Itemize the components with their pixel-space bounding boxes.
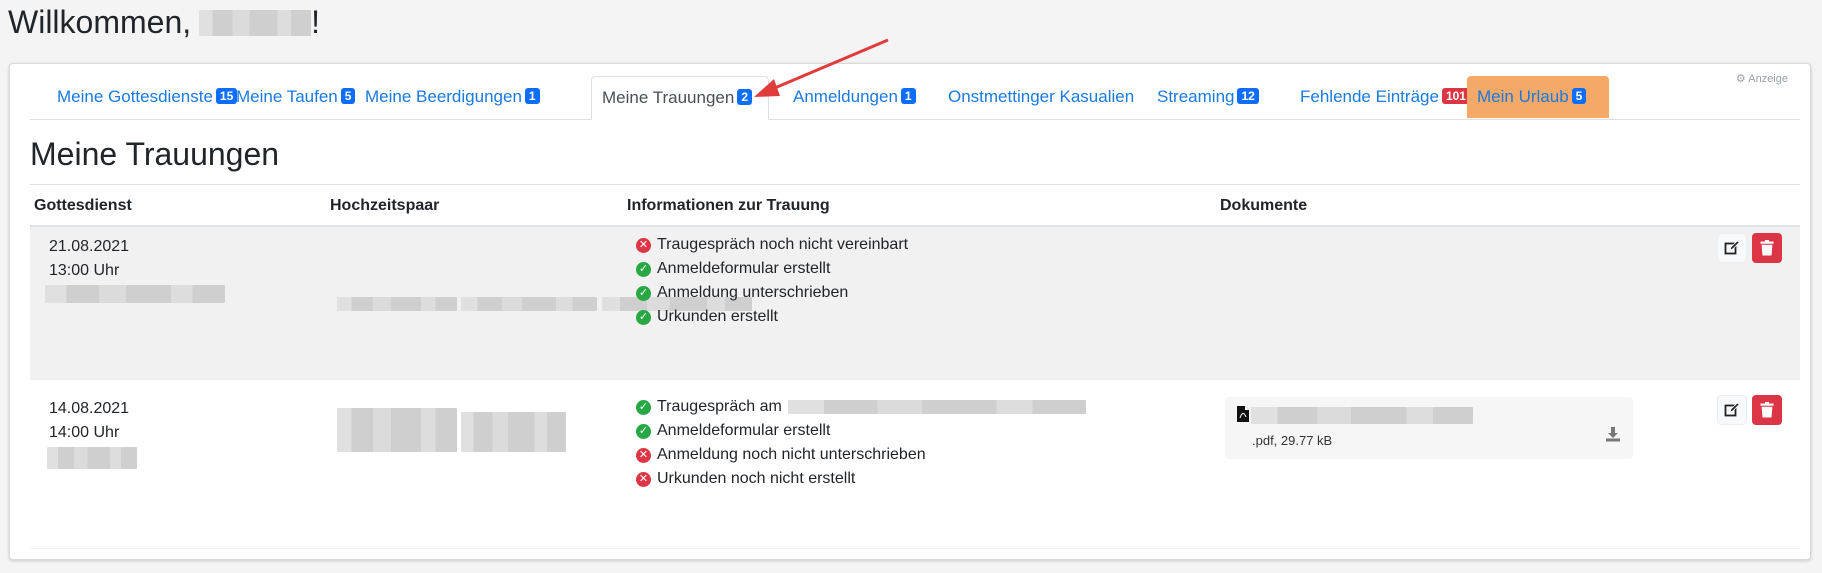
tab-label: Onstmettinger Kasualien [948,87,1135,106]
column-header-hochzeitspaar: Hochzeitspaar [330,197,440,214]
tab-badge: 12 [1237,88,1259,104]
tab-streaming[interactable]: Streaming 12 [1147,76,1269,118]
info-item: ✕ Traugespräch noch nicht vereinbart [636,233,908,257]
weddings-table: Gottesdienst Hochzeitspaar Informationen… [30,184,1800,549]
redacted-appointment-date [787,400,1086,414]
tab-label: Fehlende Einträge [1300,87,1439,106]
tab-label: Streaming [1157,87,1235,106]
info-item: ✓ Anmeldeformular erstellt [636,419,1086,443]
info-text: Traugespräch am [657,398,782,415]
annotation-arrow [754,38,889,97]
display-settings-label: Anzeige [1748,73,1788,85]
redacted-location [45,285,225,303]
main-card: Meine Gottesdienste 15 Meine Taufen 5 Mein… [9,38,1811,560]
checkmark-icon: ✓ [636,261,651,277]
tab-badge: 5 [1571,88,1587,104]
info-item: ✓ Traugespräch am [636,395,1086,419]
info-text: Anmeldeformular erstellt [657,260,831,277]
redacted-location [47,447,137,469]
checkmark-icon: ✓ [636,285,651,301]
redacted-partner-name [461,297,598,311]
info-item: ✓ Anmeldung unterschrieben [636,281,908,305]
checkmark-icon: ✓ [636,309,651,325]
info-text: Traugespräch noch nicht vereinbart [657,236,909,253]
table-row: 14.08.2021 14:00 Uhr ✓ Traugespräch am ✓ A… [30,380,1800,549]
redacted-partner-name [337,297,457,311]
edit-button[interactable] [1717,233,1747,263]
redacted-partner-name [461,412,567,452]
trash-icon [1760,402,1774,418]
info-text: Urkunden noch nicht erstellt [657,470,856,487]
edit-button[interactable] [1717,395,1747,425]
checkmark-icon: ✓ [636,399,651,415]
redacted-partner-name [337,408,457,452]
edit-icon [1724,402,1740,417]
couple-cell [337,398,567,460]
error-x-icon: ✕ [636,237,651,253]
service-time: 14:00 Uhr [49,424,120,441]
document-meta: .pdf, 29.77 kB [1252,433,1333,448]
service-time: 13:00 Uhr [49,262,120,279]
tab-mein-urlaub[interactable]: Mein Urlaub 5 [1467,76,1609,118]
info-item: ✓ Anmeldeformular erstellt [636,257,908,281]
info-text: Anmeldung unterschrieben [657,284,849,301]
info-text: Anmeldung noch nicht unterschrieben [657,446,926,463]
column-header-dokumente: Dokumente [1220,197,1308,214]
column-header-informationen: Informationen zur Trauung [627,197,830,214]
tab-meine-gottesdienste[interactable]: Meine Gottesdienste 15 [47,76,247,118]
tab-label: Meine Trauungen [602,88,735,107]
column-header-gottesdienst: Gottesdienst [34,197,132,214]
error-x-icon: ✕ [636,447,651,463]
tab-bar: Meine Gottesdienste 15 Meine Taufen 5 Mein… [30,76,1800,120]
page-title: Meine Trauungen [30,136,280,172]
service-cell: 21.08.2021 13:00 Uhr [45,235,225,311]
info-item: ✕ Anmeldung noch nicht unterschrieben [636,443,1086,467]
info-text: Urkunden erstellt [657,308,778,325]
tab-badge: 1 [524,88,540,104]
service-date: 14.08.2021 [49,400,130,417]
info-cell: ✓ Traugespräch am ✓ Anmeldeformular erstel… [636,395,1086,491]
tab-meine-beerdigungen[interactable]: Meine Beerdigungen 1 [355,76,550,118]
document-attachment[interactable]: .pdf, 29.77 kB [1225,397,1633,459]
tab-label: Meine Taufen [236,87,338,106]
tab-onstmettinger-kasualien[interactable]: Onstmettinger Kasualien [938,76,1144,118]
redacted-file-name [1251,407,1473,424]
error-x-icon: ✕ [636,471,651,487]
tab-meine-taufen[interactable]: Meine Taufen 5 [226,76,365,118]
checkmark-icon: ✓ [636,423,651,439]
download-icon[interactable] [1605,426,1621,442]
welcome-heading: Willkommen, ! [8,4,320,41]
delete-button[interactable] [1752,395,1782,425]
display-settings-link[interactable]: ⚙ Anzeige [1736,72,1788,85]
tab-label: Mein Urlaub [1477,87,1569,106]
info-cell: ✕ Traugespräch noch nicht vereinbart ✓ Anm… [636,233,908,329]
info-item: ✕ Urkunden noch nicht erstellt [636,467,1086,491]
info-item: ✓ Urkunden erstellt [636,305,908,329]
tab-label: Meine Gottesdienste [57,87,213,106]
gear-icon: ⚙ [1735,73,1746,85]
redacted-user-name [199,9,312,36]
delete-button[interactable] [1752,233,1782,263]
service-date: 21.08.2021 [49,238,130,255]
welcome-prefix: Willkommen, [8,4,192,40]
tab-label: Meine Beerdigungen [365,87,522,106]
pdf-file-icon [1237,406,1249,422]
tab-badge: 101 [1441,88,1470,104]
info-text: Anmeldeformular erstellt [657,422,831,439]
tab-badge: 1 [900,88,916,104]
table-row: 21.08.2021 13:00 Uhr ✕ Traugespräch noch … [30,227,1800,380]
welcome-suffix: ! [311,4,321,40]
tab-badge: 5 [340,88,356,104]
table-header: Gottesdienst Hochzeitspaar Informationen… [30,185,1800,227]
service-cell: 14.08.2021 14:00 Uhr [47,397,137,477]
tab-fehlende-eintraege[interactable]: Fehlende Einträge 101 [1290,76,1480,118]
trash-icon [1760,240,1774,256]
edit-icon [1724,240,1740,255]
